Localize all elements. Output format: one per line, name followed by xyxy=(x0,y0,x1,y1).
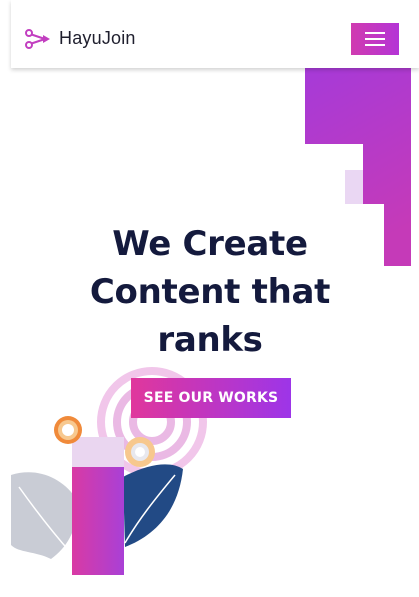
menu-toggle-button[interactable] xyxy=(351,23,399,55)
hero-title-line: ranks xyxy=(157,320,263,360)
navbar: HayuJoin xyxy=(11,0,419,68)
hamburger-line xyxy=(365,32,385,34)
hero-title: We Create Content that ranks xyxy=(60,220,360,364)
scissors-arrow-logo-icon[interactable] xyxy=(25,29,51,49)
hero-title-line: We Create xyxy=(112,224,308,264)
hero-title-line: Content that xyxy=(89,272,331,312)
hamburger-line xyxy=(365,38,385,40)
hamburger-line xyxy=(365,44,385,46)
see-our-works-button[interactable]: SEE OUR WORKS xyxy=(131,378,291,418)
brand-name[interactable]: HayuJoin xyxy=(59,28,136,49)
